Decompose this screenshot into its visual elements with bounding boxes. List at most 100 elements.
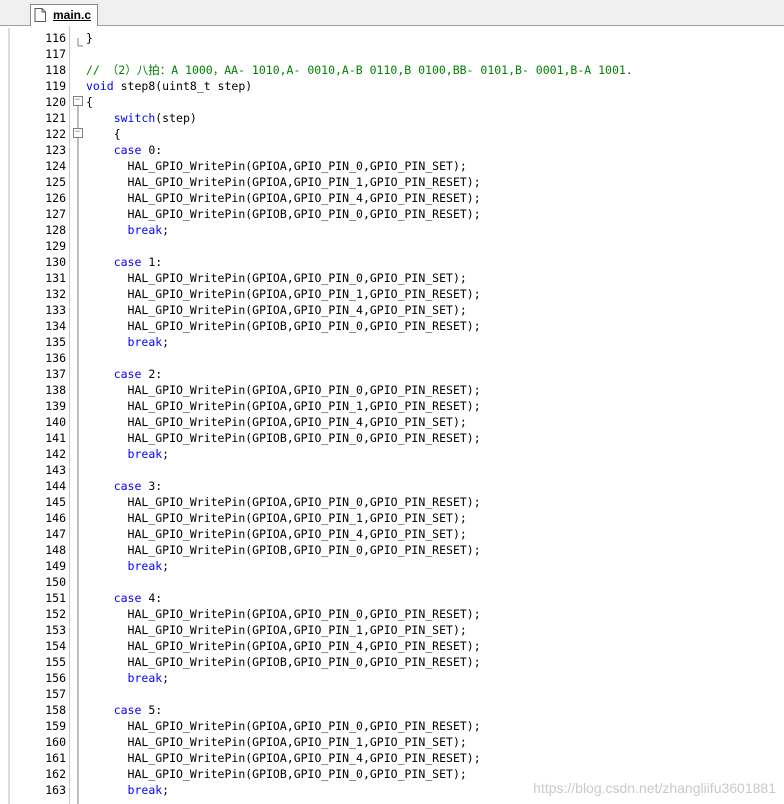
code-token: HAL_GPIO_WritePin(GPIOA,GPIO_PIN_1,GPIO_… [86,287,481,301]
code-text: HAL_GPIO_WritePin(GPIOA,GPIO_PIN_4,GPIO_… [86,190,481,206]
code-token: HAL_GPIO_WritePin(GPIOB,GPIO_PIN_0,GPIO_… [86,319,481,333]
line-number: 145 [45,495,66,509]
code-token: HAL_GPIO_WritePin(GPIOA,GPIO_PIN_0,GPIO_… [86,383,481,397]
code-text: HAL_GPIO_WritePin(GPIOB,GPIO_PIN_0,GPIO_… [86,430,481,446]
comment-token: // （2）八拍：A 1000，AA- 1010,A- 0010,A-B 011… [86,63,633,77]
line-number: 132 [45,287,66,301]
code-token: 5: [141,703,163,717]
line-number: 147 [45,527,66,541]
code-text: HAL_GPIO_WritePin(GPIOA,GPIO_PIN_0,GPIO_… [86,158,467,174]
line-number: 117 [45,47,66,61]
code-editor[interactable]: 116} 117 118 // （2）八拍：A 1000，AA- 1010,A- 00… [0,26,784,804]
fold-collapse-icon[interactable]: − [72,126,83,142]
code-token: { [86,95,93,109]
code-text: case 5: [86,702,162,718]
keyword-token: case [113,367,142,381]
line-number: 120 [45,95,66,109]
code-token: 4: [141,591,163,605]
code-text: break; [86,334,170,350]
code-token: HAL_GPIO_WritePin(GPIOA,GPIO_PIN_0,GPIO_… [86,495,481,509]
line-number: 148 [45,543,66,557]
code-token: 2: [141,367,163,381]
line-number: 143 [45,463,66,477]
line-number: 141 [45,431,66,445]
code-text: HAL_GPIO_WritePin(GPIOB,GPIO_PIN_0,GPIO_… [86,318,481,334]
code-text: HAL_GPIO_WritePin(GPIOA,GPIO_PIN_0,GPIO_… [86,718,481,734]
code-token: HAL_GPIO_WritePin(GPIOA,GPIO_PIN_0,GPIO_… [86,607,481,621]
code-token: HAL_GPIO_WritePin(GPIOA,GPIO_PIN_1,GPIO_… [86,511,467,525]
code-text: HAL_GPIO_WritePin(GPIOA,GPIO_PIN_1,GPIO_… [86,286,481,302]
keyword-token: break [127,223,163,237]
code-text: { [86,126,121,142]
line-number: 146 [45,511,66,525]
code-text: HAL_GPIO_WritePin(GPIOA,GPIO_PIN_1,GPIO_… [86,622,467,638]
code-text: case 3: [86,478,162,494]
code-token: HAL_GPIO_WritePin(GPIOA,GPIO_PIN_4,GPIO_… [86,191,481,205]
code-text: { [86,94,93,110]
code-token: HAL_GPIO_WritePin(GPIOB,GPIO_PIN_0,GPIO_… [86,767,467,781]
fold-margin[interactable] [70,26,86,804]
tab-main-c[interactable]: main.c [30,4,98,26]
keyword-token: break [127,559,163,573]
line-number: 122 [45,127,66,141]
line-number: 139 [45,399,66,413]
line-number: 125 [45,175,66,189]
line-number: 124 [45,159,66,173]
keyword-token: break [127,783,163,797]
keyword-token: case [113,143,142,157]
line-number: 156 [45,671,66,685]
line-number: 160 [45,735,66,749]
code-text: // （2）八拍：A 1000，AA- 1010,A- 0010,A-B 011… [86,62,633,78]
code-text: void step8(uint8_t step) [86,78,252,94]
keyword-token: case [113,591,142,605]
code-token: HAL_GPIO_WritePin(GPIOA,GPIO_PIN_0,GPIO_… [86,271,467,285]
code-text: break; [86,558,170,574]
code-token: ; [162,559,170,573]
line-number: 157 [45,687,66,701]
line-number: 154 [45,639,66,653]
code-token: HAL_GPIO_WritePin(GPIOA,GPIO_PIN_4,GPIO_… [86,751,481,765]
keyword-token: break [127,447,163,461]
code-text: HAL_GPIO_WritePin(GPIOA,GPIO_PIN_4,GPIO_… [86,414,467,430]
line-number: 123 [45,143,66,157]
line-number: 134 [45,319,66,333]
line-number: 130 [45,255,66,269]
code-token: } [86,31,93,45]
code-text: HAL_GPIO_WritePin(GPIOA,GPIO_PIN_1,GPIO_… [86,510,467,526]
line-number: 140 [45,415,66,429]
code-token: HAL_GPIO_WritePin(GPIOA,GPIO_PIN_1,GPIO_… [86,175,481,189]
code-text: HAL_GPIO_WritePin(GPIOA,GPIO_PIN_0,GPIO_… [86,382,481,398]
line-number: 159 [45,719,66,733]
code-token: ; [162,223,170,237]
code-token: HAL_GPIO_WritePin(GPIOB,GPIO_PIN_0,GPIO_… [86,431,481,445]
code-text: break; [86,670,170,686]
code-text: HAL_GPIO_WritePin(GPIOA,GPIO_PIN_4,GPIO_… [86,750,481,766]
line-number: 116 [45,31,66,45]
code-text: HAL_GPIO_WritePin(GPIOA,GPIO_PIN_1,GPIO_… [86,398,481,414]
fold-collapse-icon[interactable]: − [72,94,83,110]
line-number: 144 [45,479,66,493]
code-text: HAL_GPIO_WritePin(GPIOA,GPIO_PIN_4,GPIO_… [86,526,467,542]
line-number: 133 [45,303,66,317]
code-token: ; [162,447,170,461]
file-icon [34,8,46,22]
line-number: 118 [45,63,66,77]
code-text: case 4: [86,590,162,606]
code-text: HAL_GPIO_WritePin(GPIOB,GPIO_PIN_0,GPIO_… [86,542,481,558]
code-text: break; [86,446,170,462]
line-number: 119 [45,79,66,93]
code-token: ; [162,783,170,797]
keyword-token: break [127,671,163,685]
keyword-token: case [113,479,142,493]
code-token: { [86,127,121,141]
line-number: 161 [45,751,66,765]
keyword-token: switch [113,111,156,125]
code-text: HAL_GPIO_WritePin(GPIOA,GPIO_PIN_0,GPIO_… [86,494,481,510]
watermark-text: https://blog.csdn.net/zhangliifu3601881 [533,780,776,796]
